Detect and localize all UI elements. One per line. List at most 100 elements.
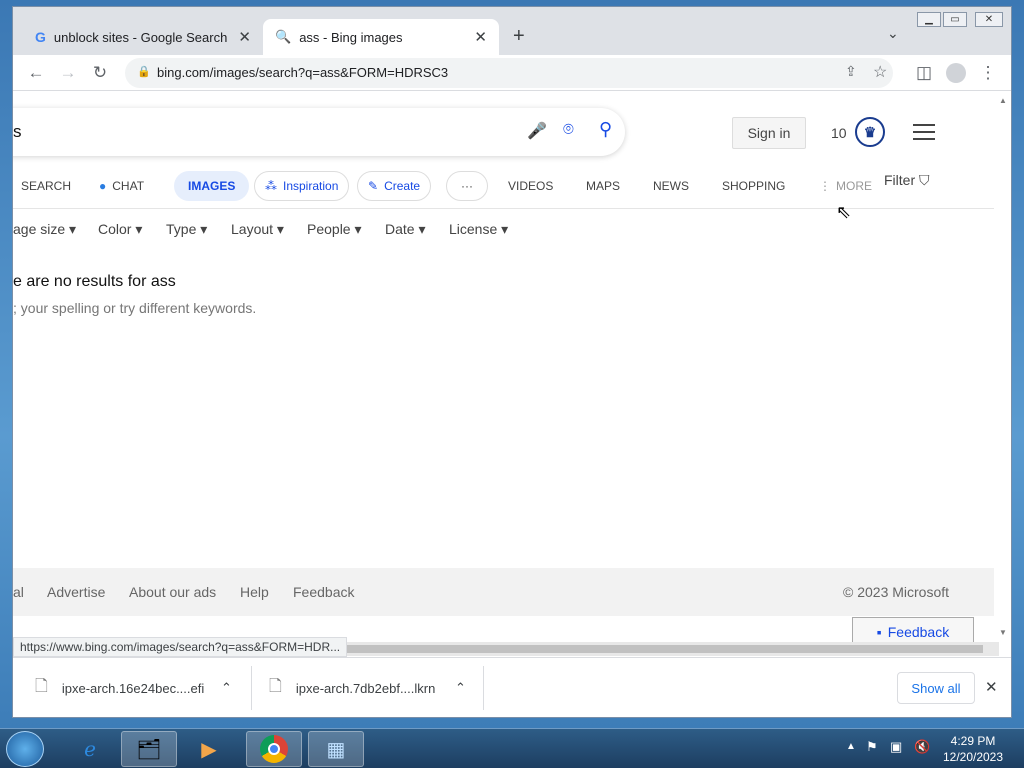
rewards-trophy-icon[interactable]: ♛ [855,117,885,147]
filter-layout[interactable]: Layout ▾ [231,221,284,238]
show-all-button[interactable]: Show all [897,672,975,704]
file-icon: 🗋 [269,677,282,695]
menu-kebab-icon[interactable]: ⋮ [975,60,1001,86]
filter-date[interactable]: Date ▾ [385,221,426,238]
volume-muted-icon[interactable]: 🔇 [914,739,930,755]
vertical-scrollbar[interactable]: ▲ ▼ [994,92,1011,647]
address-bar[interactable]: 🔒 bing.com/images/search?q=ass&FORM=HDRS… [125,58,893,88]
tab-bing-images[interactable]: 🔍 ass - Bing images ✕ [263,19,499,55]
chevron-up-icon[interactable]: ⌃ [455,680,466,696]
download-item[interactable]: 🗋 ipxe-arch.7db2ebf....lkrn ⌃ [269,658,487,717]
nav-create-label: Create [384,179,421,193]
feedback-icon: ▪ [876,624,882,640]
footer-about-ads-link[interactable]: About our ads [129,584,216,600]
filter-type[interactable]: Type ▾ [166,221,207,238]
nav-news[interactable]: NEWS [653,171,689,201]
filter-license[interactable]: License ▾ [449,221,508,238]
close-tab-icon[interactable]: ✕ [238,28,251,46]
search-query[interactable]: s [13,122,22,142]
filter-label: Filter [884,172,916,188]
chat-icon: ● [99,179,107,193]
tab-title: unblock sites - Google Search [53,29,228,45]
close-download-bar-icon[interactable]: ✕ [985,678,998,696]
filter-image-size[interactable]: age size ▾ [13,221,76,238]
nav-more-options[interactable]: ··· [446,171,488,201]
nav-create[interactable]: ✎ Create [357,171,432,201]
hamburger-menu-icon[interactable] [913,124,935,145]
tab-title: ass - Bing images [299,29,403,45]
create-icon: ✎ [368,179,379,193]
browser-toolbar: ← → ↻ 🔒 bing.com/images/search?q=ass&FOR… [13,55,1011,91]
status-bubble: https://www.bing.com/images/search?q=ass… [13,637,348,657]
footer-privacy-link[interactable]: al [13,584,24,600]
back-button[interactable]: ← [23,60,49,86]
filter-label: People [307,221,351,237]
rewards-count[interactable]: 10 [831,125,847,141]
close-window-button[interactable]: ✕ [975,12,1003,27]
windows-taskbar: ℯ 🗂 ▶ ▦ ▲ ⚑ ▣ 🔇 4:29 PM 12/20/2023 [0,728,1024,768]
filter-people[interactable]: People ▾ [307,221,362,238]
filter-label: Date [385,221,415,237]
search-box[interactable]: s 🎤 ⌾ ⚲ [13,108,625,156]
page-footer: al Advertise About our ads Help Feedback… [13,568,994,616]
nav-chat[interactable]: ● CHAT [99,171,144,201]
nav-inspiration[interactable]: ⁂ Inspiration [254,171,350,201]
reload-button[interactable]: ↻ [87,60,113,86]
download-bar: 🗋 ipxe-arch.16e24bec....efi ⌃ 🗋 ipxe-arc… [13,657,1011,717]
nav-search[interactable]: SEARCH [21,171,71,201]
bing-page: s 🎤 ⌾ ⚲ Sign in 10 ♛ SEARCH ● CHAT IMAGES… [13,92,994,647]
filter-color[interactable]: Color ▾ [98,221,142,238]
scroll-up-arrow[interactable]: ▲ [999,96,1007,105]
download-item[interactable]: 🗋 ipxe-arch.16e24bec....efi ⌃ [35,658,253,717]
side-panel-icon[interactable]: ◫ [911,60,937,86]
file-explorer-icon[interactable]: 🗂 [121,731,177,767]
close-tab-icon[interactable]: ✕ [474,28,487,46]
maximize-button[interactable]: ▭ [943,12,967,27]
sign-in-button[interactable]: Sign in [732,117,806,149]
minimize-button[interactable]: ▁ [917,12,941,27]
new-tab-button[interactable]: + [513,25,525,48]
footer-copyright: © 2023 Microsoft [843,584,950,600]
tab-google-search[interactable]: G unblock sites - Google Search ✕ [25,19,263,55]
horizontal-scrollbar[interactable] [343,642,999,656]
media-player-icon[interactable]: ▶ [181,731,237,767]
filter-button[interactable]: Filter ⛉ [884,172,930,189]
start-button[interactable] [6,731,44,767]
control-panel-icon[interactable]: ▦ [308,731,364,767]
feedback-button-label: Feedback [887,624,950,640]
scroll-thumb[interactable] [343,645,983,653]
filter-label: Layout [231,221,274,237]
footer-feedback-link[interactable]: Feedback [293,584,354,600]
microphone-icon[interactable]: 🎤 [527,121,547,141]
tray-expand-icon[interactable]: ▲ [846,741,856,752]
action-center-icon[interactable]: ⚑ [866,739,878,755]
chevron-up-icon[interactable]: ⌃ [221,680,232,696]
network-icon[interactable]: ▣ [890,739,902,755]
forward-button[interactable]: → [55,60,81,86]
download-filename: ipxe-arch.7db2ebf....lkrn [295,680,436,696]
chrome-icon[interactable] [246,731,302,767]
system-clock[interactable]: 4:29 PM 12/20/2023 [938,733,1008,765]
nav-more[interactable]: ⋮ MORE [819,171,872,201]
visual-search-icon[interactable]: ⌾ [563,119,574,140]
footer-advertise-link[interactable]: Advertise [47,584,105,600]
bookmark-star-icon[interactable]: ☆ [873,62,887,82]
file-icon: 🗋 [35,677,48,695]
url-text[interactable]: bing.com/images/search?q=ass&FORM=HDRSC3 [157,65,448,80]
share-icon[interactable]: ⇪ [845,63,857,80]
nav-maps[interactable]: MAPS [586,171,620,201]
funnel-icon: ⛉ [919,172,930,188]
profile-avatar-icon[interactable] [943,60,969,86]
google-g-icon: G [35,29,46,45]
spelling-suggestion: ; your spelling or try different keyword… [13,300,257,316]
footer-help-link[interactable]: Help [240,584,269,600]
nav-shopping[interactable]: SHOPPING [722,171,785,201]
internet-explorer-icon[interactable]: ℯ [62,731,118,767]
scroll-down-arrow[interactable]: ▼ [999,628,1007,637]
nav-images[interactable]: IMAGES [174,171,250,201]
mouse-cursor-icon: ⇖ [836,202,852,222]
nav-inspiration-label: Inspiration [283,179,339,193]
nav-videos[interactable]: VIDEOS [508,171,553,201]
tab-search-icon[interactable]: ⌄ [887,25,899,42]
search-icon[interactable]: ⚲ [599,119,612,140]
